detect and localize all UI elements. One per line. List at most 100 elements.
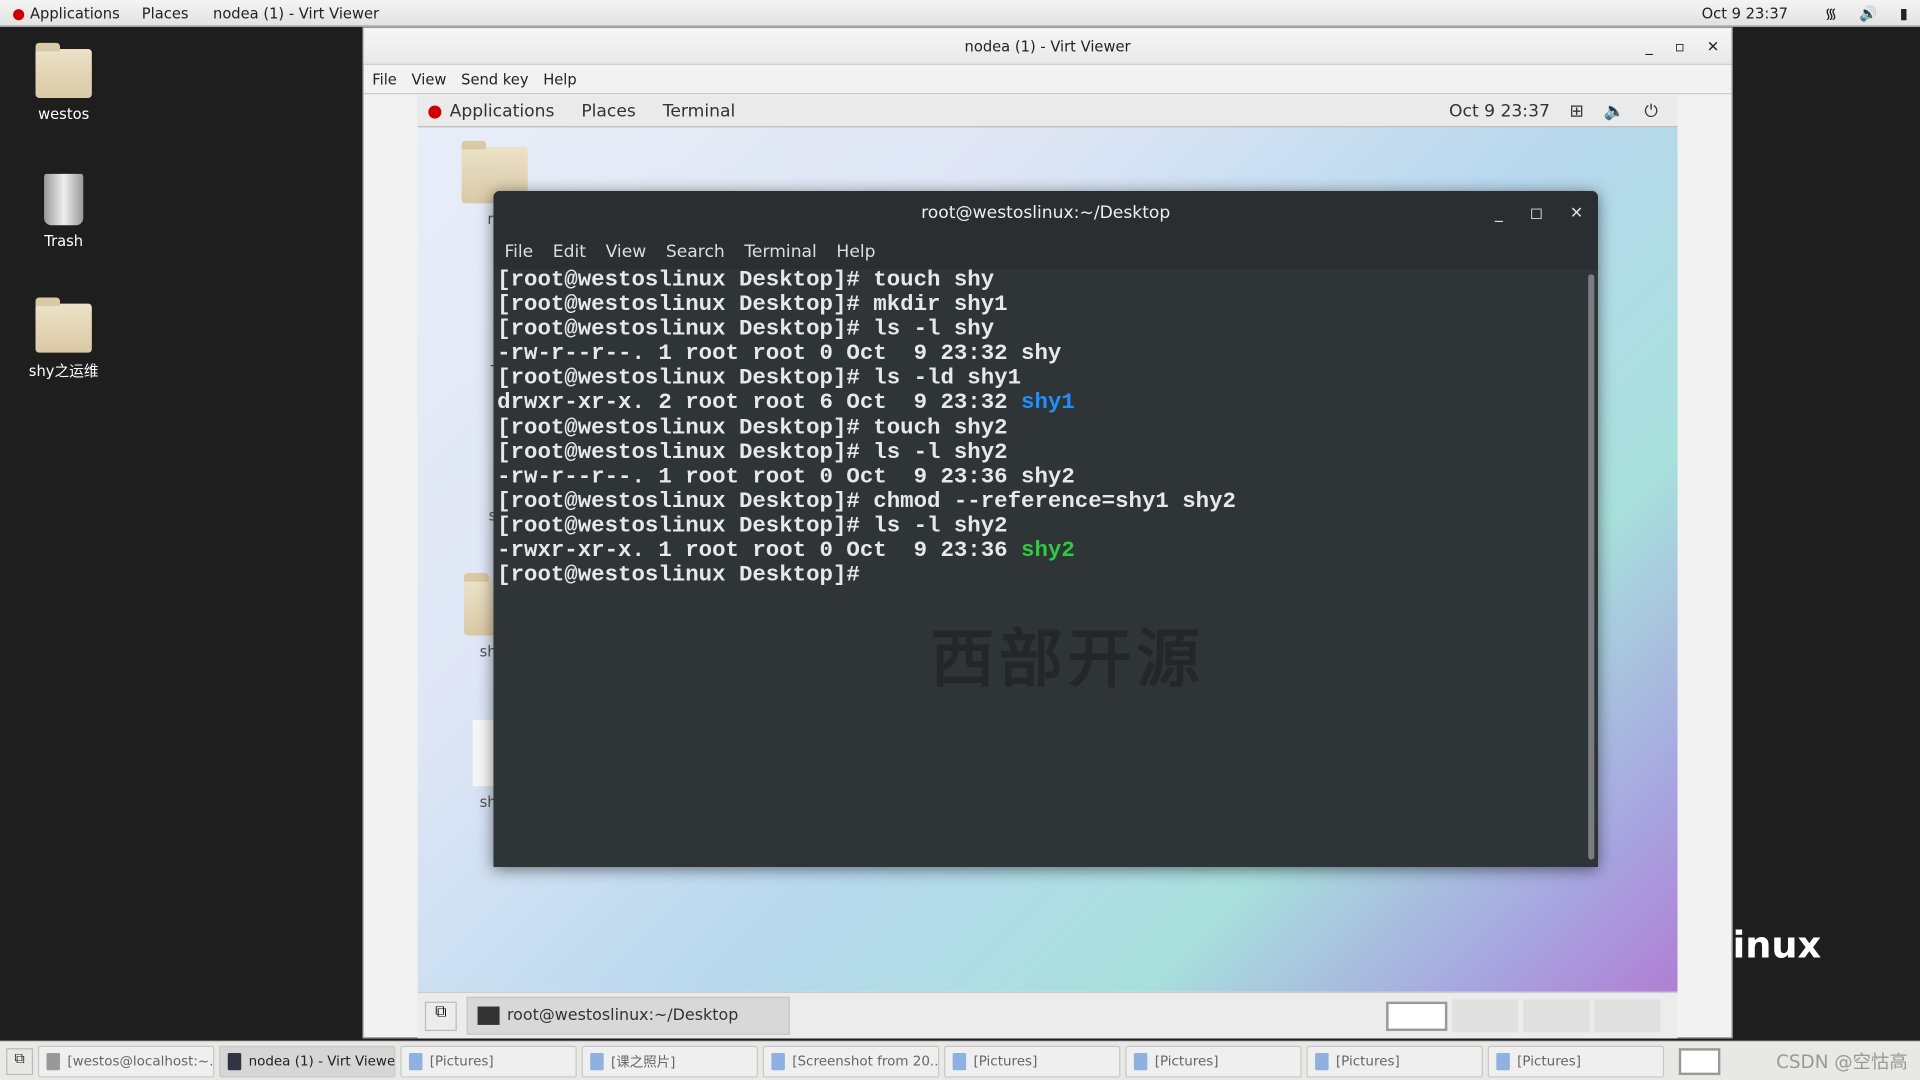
virt-viewer-window: nodea (1) - Virt Viewer _ ▫ ✕ File View Se… xyxy=(362,26,1733,1039)
guest-display[interactable]: ● Applications Places Terminal Oct 9 23:… xyxy=(417,95,1678,1039)
taskbar-label: [课之照片] xyxy=(611,1053,676,1070)
close-icon[interactable]: ✕ xyxy=(1570,204,1583,222)
terminal-line: [root@westoslinux Desktop]# ls -l shy2 xyxy=(497,514,1583,539)
taskbar-item[interactable]: [Pictures] xyxy=(1487,1045,1665,1077)
terminal-icon xyxy=(46,1052,61,1070)
icon-label: westos xyxy=(38,105,90,123)
line-text: [root@westoslinux Desktop]# ls -l shy2 xyxy=(497,440,1008,465)
term-menu-help[interactable]: Help xyxy=(836,242,875,262)
line-text: [root@westoslinux Desktop]# touch shy xyxy=(497,268,995,293)
taskbar-item[interactable]: [课之照片] xyxy=(581,1045,758,1077)
desktop-icon-westos[interactable]: westos xyxy=(21,42,107,123)
menu-view[interactable]: View xyxy=(412,70,447,87)
redhat-icon: ● xyxy=(427,101,443,121)
volume-icon[interactable]: 🔊 xyxy=(1859,4,1877,21)
wallpaper-text: inux xyxy=(1732,924,1822,968)
taskbar-item[interactable]: [Pictures] xyxy=(1125,1045,1302,1077)
taskbar-label: [Pictures] xyxy=(1154,1053,1219,1069)
terminal-window[interactable]: root@westoslinux:~/Desktop _ ◻ ✕ File Edit… xyxy=(493,191,1598,867)
desktop-icon-folder[interactable]: shy之运维 xyxy=(21,297,107,381)
show-desktop-icon[interactable]: ⧉ xyxy=(6,1047,34,1075)
home-folder-icon xyxy=(35,42,92,98)
term-menu-terminal[interactable]: Terminal xyxy=(744,242,816,262)
trash-icon xyxy=(44,173,84,226)
volume-icon[interactable]: 🔈 xyxy=(1603,101,1624,121)
taskbar-item[interactable]: [westos@localhost:~... xyxy=(37,1045,215,1077)
taskbar-label: [Pictures] xyxy=(429,1053,494,1069)
battery-icon[interactable]: ▮ xyxy=(1900,4,1908,21)
guest-clock[interactable]: Oct 9 23:37 xyxy=(1449,101,1550,121)
file-manager-icon xyxy=(1133,1052,1148,1070)
active-window-label[interactable]: nodea (1) - Virt Viewer xyxy=(213,4,379,21)
terminal-line: -rw-r--r--. 1 root root 0 Oct 9 23:32 sh… xyxy=(497,342,1583,367)
terminal-title: root@westoslinux:~/Desktop xyxy=(921,203,1171,223)
workspace-1[interactable] xyxy=(1386,1001,1448,1032)
term-menu-view[interactable]: View xyxy=(606,242,647,262)
icon-label: shy之运维 xyxy=(28,362,99,380)
menu-bar: File View Send key Help xyxy=(363,65,1732,95)
minimize-icon[interactable]: _ xyxy=(1495,204,1503,222)
terminal-line: [root@westoslinux Desktop]# xyxy=(497,563,1583,588)
power-icon[interactable]: ⏻ xyxy=(1644,101,1658,121)
redhat-icon: ● xyxy=(12,4,26,22)
highlighted-filename: shy2 xyxy=(1021,538,1075,564)
guest-top-panel: ● Applications Places Terminal Oct 9 23:… xyxy=(417,95,1678,128)
network-icon[interactable]: ⊞ xyxy=(1569,101,1583,121)
guest-terminal-menu[interactable]: Terminal xyxy=(663,101,735,121)
wifi-icon[interactable]: ᯾ xyxy=(1825,2,1838,23)
term-menu-edit[interactable]: Edit xyxy=(553,242,586,262)
line-text: [root@westoslinux Desktop]# ls -l shy2 xyxy=(497,514,1008,539)
file-manager-icon xyxy=(1496,1052,1510,1070)
menu-file[interactable]: File xyxy=(372,70,397,87)
guest-task-terminal[interactable]: root@westoslinux:~/Desktop xyxy=(466,996,790,1035)
watermark: 西部开源 xyxy=(930,623,1205,697)
task-label: root@westoslinux:~/Desktop xyxy=(506,1006,739,1025)
taskbar-label: [westos@localhost:~... xyxy=(67,1053,215,1069)
taskbar-label: [Screenshot from 20... xyxy=(792,1053,940,1069)
taskbar-item[interactable]: [Pictures] xyxy=(400,1045,577,1077)
workspace-4[interactable] xyxy=(1594,999,1661,1033)
close-icon[interactable]: ✕ xyxy=(1707,37,1719,54)
places-menu[interactable]: Places xyxy=(142,4,189,21)
workspace-2[interactable] xyxy=(1452,999,1519,1033)
minimize-icon[interactable]: _ xyxy=(1645,37,1652,54)
window-titlebar: nodea (1) - Virt Viewer _ ▫ ✕ xyxy=(363,28,1732,65)
workspace-switcher[interactable] xyxy=(1678,1047,1721,1075)
taskbar-item[interactable]: nodea (1) - Virt Viewer xyxy=(219,1045,396,1077)
terminal-line: [root@westoslinux Desktop]# touch shy xyxy=(497,268,1583,293)
clock[interactable]: Oct 9 23:37 xyxy=(1702,4,1788,21)
maximize-icon[interactable]: ◻ xyxy=(1530,204,1543,222)
maximize-icon[interactable]: ▫ xyxy=(1675,37,1685,54)
terminal-menu-bar: File Edit View Search Terminal Help xyxy=(493,235,1598,270)
terminal-line: [root@westoslinux Desktop]# ls -l shy2 xyxy=(497,440,1583,465)
file-manager-icon xyxy=(590,1052,604,1070)
line-text: [root@westoslinux Desktop]# chmod --refe… xyxy=(497,489,1236,515)
line-text: [root@westoslinux Desktop]# xyxy=(497,563,860,588)
applications-menu[interactable]: Applications xyxy=(30,4,120,21)
file-manager-icon xyxy=(952,1052,967,1070)
taskbar-item[interactable]: [Pictures] xyxy=(944,1045,1121,1077)
show-desktop-icon[interactable]: ⧉ xyxy=(424,1001,457,1032)
menu-help[interactable]: Help xyxy=(543,70,577,87)
terminal-output[interactable]: [root@westoslinux Desktop]# touch shy [ro… xyxy=(497,268,1583,588)
terminal-line: [root@westoslinux Desktop]# ls -l shy xyxy=(497,317,1583,342)
workspace-3[interactable] xyxy=(1523,999,1590,1033)
scrollbar[interactable] xyxy=(1588,274,1595,860)
taskbar-item[interactable]: [Pictures] xyxy=(1306,1045,1483,1077)
guest-taskbar: ⧉ root@westoslinux:~/Desktop xyxy=(417,991,1678,1039)
taskbar-item[interactable]: [Screenshot from 20... xyxy=(762,1045,940,1077)
terminal-line: drwxr-xr-x. 2 root root 6 Oct 9 23:32 sh… xyxy=(497,391,1583,416)
desktop-icon-trash[interactable]: Trash xyxy=(21,173,107,250)
guest-places-menu[interactable]: Places xyxy=(581,101,636,121)
host-top-panel: ● Applications Places nodea (1) - Virt V… xyxy=(0,0,1920,27)
line-text: drwxr-xr-x. 2 root root 6 Oct 9 23:32 xyxy=(497,391,1022,416)
line-text: [root@westoslinux Desktop]# touch shy2 xyxy=(497,415,1008,441)
window-title: nodea (1) - Virt Viewer xyxy=(964,37,1131,55)
line-text: -rwxr-xr-x. 1 root root 0 Oct 9 23:36 xyxy=(497,538,1022,564)
menu-send-key[interactable]: Send key xyxy=(461,70,528,87)
terminal-line: [root@westoslinux Desktop]# mkdir shy1 xyxy=(497,293,1583,318)
guest-applications-menu[interactable]: Applications xyxy=(450,101,555,121)
term-menu-search[interactable]: Search xyxy=(666,242,725,262)
line-text: -rw-r--r--. 1 root root 0 Oct 9 23:36 sh… xyxy=(497,465,1075,490)
term-menu-file[interactable]: File xyxy=(504,242,533,262)
